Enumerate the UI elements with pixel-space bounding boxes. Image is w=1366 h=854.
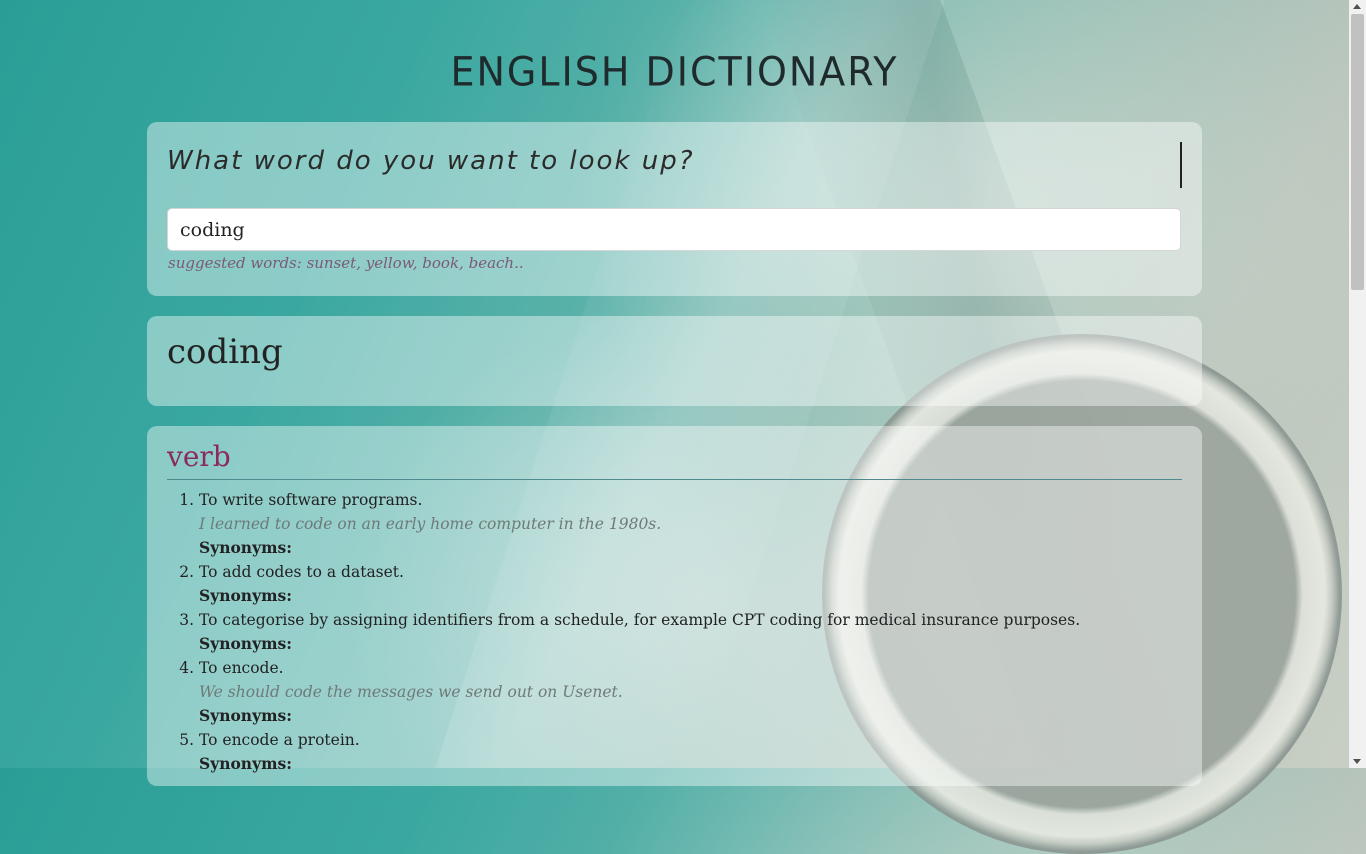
scroll-up-icon[interactable] xyxy=(1353,4,1361,9)
synonyms-label: Synonyms: xyxy=(199,586,292,605)
part-of-speech: verb xyxy=(167,440,231,473)
synonyms-label: Synonyms: xyxy=(199,538,292,557)
synonyms-label: Synonyms: xyxy=(199,706,292,725)
synonyms-label: Synonyms: xyxy=(199,754,292,773)
definition-item: To categorise by assigning identifiers f… xyxy=(199,608,1179,656)
definition-list: To write software programs. I learned to… xyxy=(167,488,1179,776)
search-prompt: What word do you want to look up? xyxy=(167,146,695,176)
definition-text: To encode a protein. xyxy=(199,731,360,749)
scrollbar-thumb[interactable] xyxy=(1351,14,1364,290)
definition-item: To write software programs. I learned to… xyxy=(199,488,1179,560)
page-scrollbar[interactable] xyxy=(1349,0,1366,768)
search-input[interactable] xyxy=(167,208,1181,251)
word-card: coding xyxy=(147,316,1202,406)
definition-text: To add codes to a dataset. xyxy=(199,563,404,581)
suggested-words: suggested words: sunset, yellow, book, b… xyxy=(168,254,524,272)
definition-item: To add codes to a dataset. Synonyms: xyxy=(199,560,1179,608)
page-title: ENGLISH DICTIONARY xyxy=(450,48,899,96)
synonyms-label: Synonyms: xyxy=(199,634,292,653)
result-word: coding xyxy=(167,332,283,372)
search-card: What word do you want to look up? sugges… xyxy=(147,122,1202,296)
definition-text: To write software programs. xyxy=(199,491,423,509)
definition-item: To encode. We should code the messages w… xyxy=(199,656,1179,728)
prompt-divider xyxy=(1180,142,1182,188)
divider xyxy=(167,479,1182,480)
scroll-down-icon[interactable] xyxy=(1353,759,1361,764)
meaning-card: verb To write software programs. I learn… xyxy=(147,426,1202,786)
definition-example: I learned to code on an early home compu… xyxy=(199,515,662,533)
definition-example: We should code the messages we send out … xyxy=(199,683,623,701)
definition-text: To categorise by assigning identifiers f… xyxy=(199,611,1081,629)
definition-item: To encode a protein. Synonyms: xyxy=(199,728,1179,776)
definition-text: To encode. xyxy=(199,659,284,677)
